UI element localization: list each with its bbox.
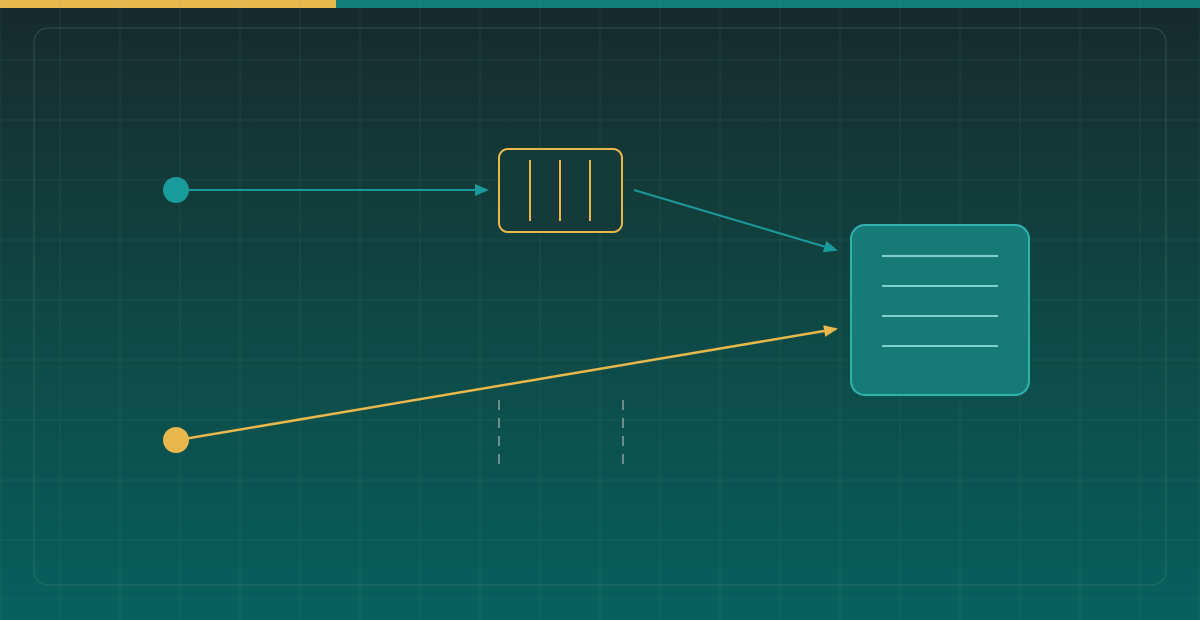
source-node-gold (163, 427, 189, 453)
source-node-teal (163, 177, 189, 203)
flow-diagram (0, 0, 1200, 620)
edge-gold-source-to-store (177, 325, 838, 442)
store-node-box (850, 224, 1030, 396)
store-node (850, 224, 1030, 396)
queue-node (498, 148, 623, 233)
edge-queue-to-store (633, 189, 838, 253)
